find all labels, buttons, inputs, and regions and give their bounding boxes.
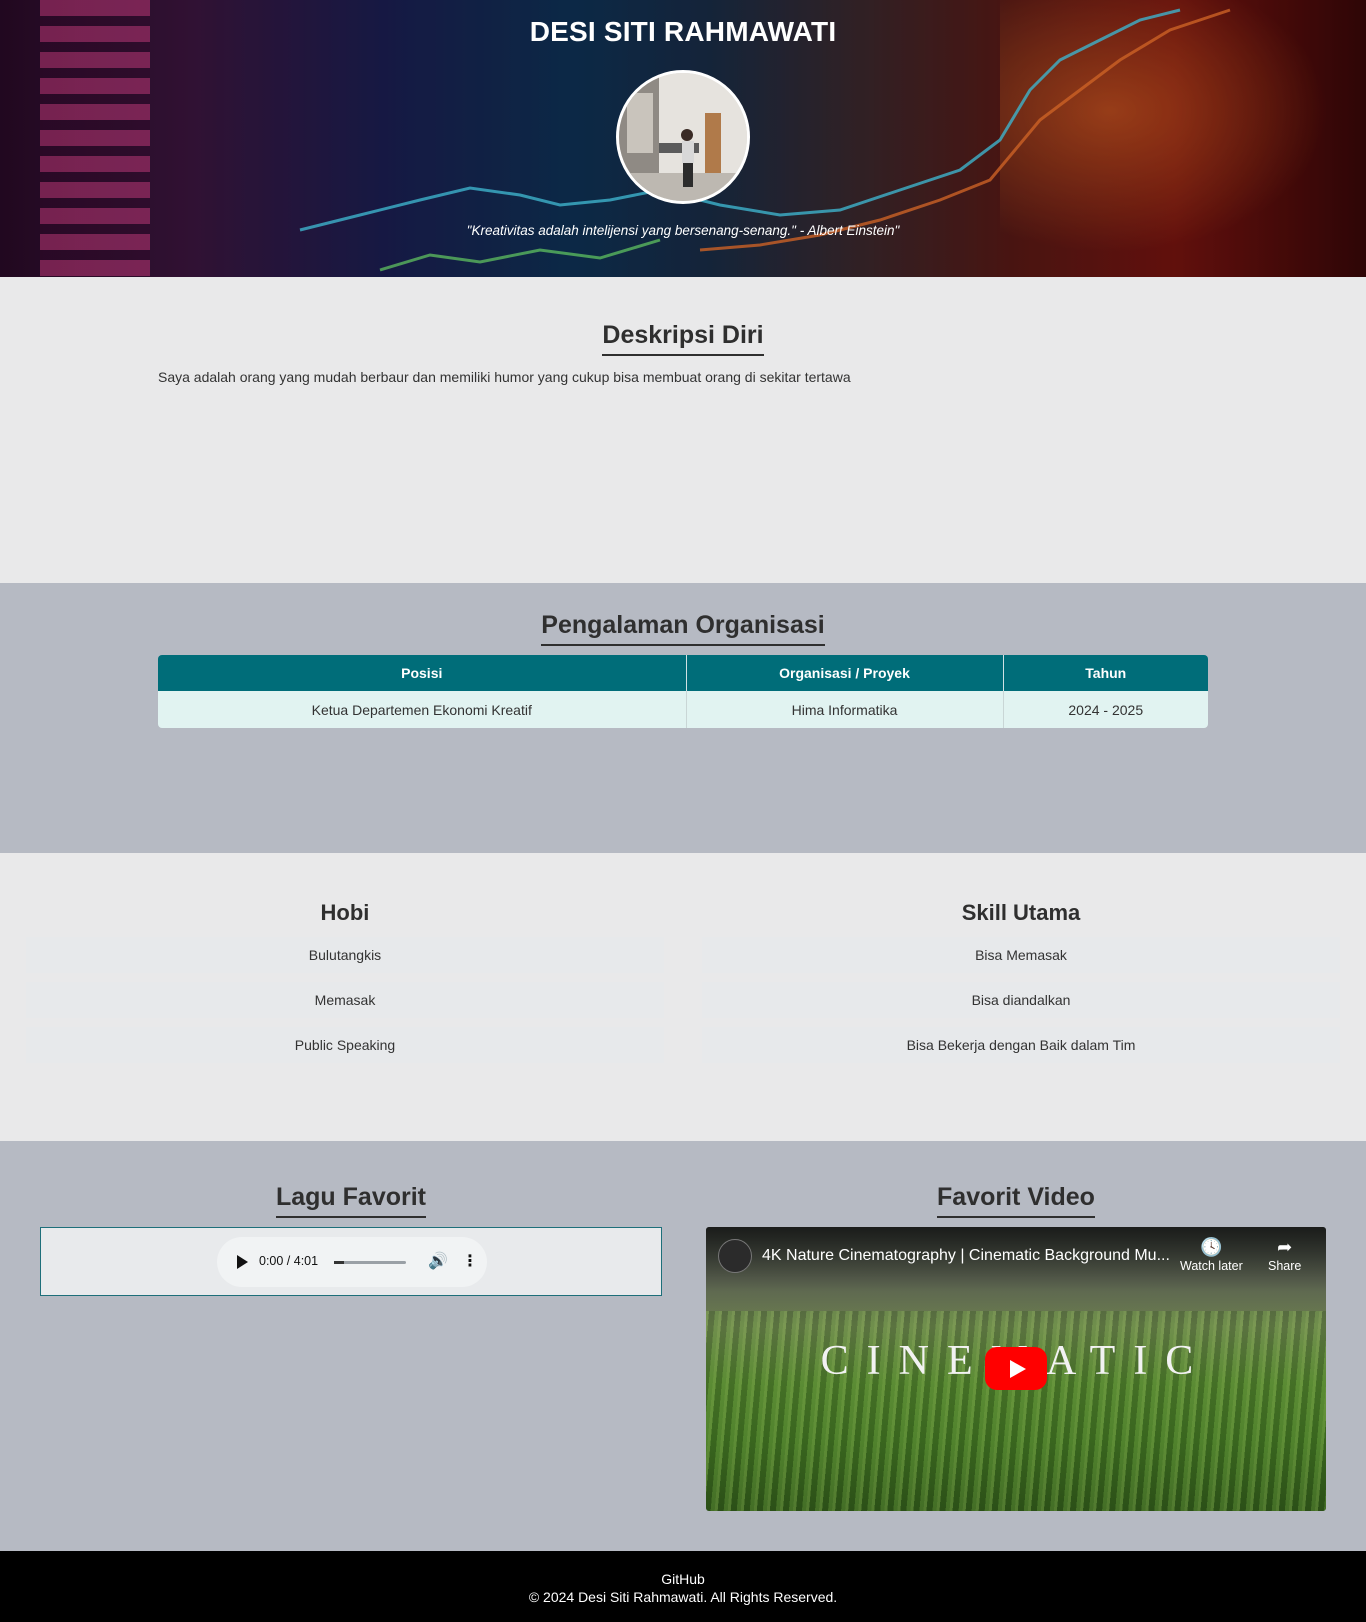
table-row: Ketua Departemen Ekonomi Kreatif Hima In… (158, 691, 1208, 728)
audio-seek-slider[interactable] (334, 1261, 406, 1264)
youtube-video-embed[interactable]: 4K Nature Cinematography | Cinematic Bac… (706, 1227, 1326, 1511)
list-item: Bisa diandalkan (702, 982, 1340, 1018)
list-item: Bisa Bekerja dengan Baik dalam Tim (702, 1027, 1340, 1063)
github-link[interactable]: GitHub (0, 1571, 1366, 1587)
copyright-text: © 2024 Desi Siti Rahmawati. All Rights R… (528, 1589, 838, 1605)
share-icon: ➦ (1277, 1237, 1293, 1257)
video-title-link[interactable]: 4K Nature Cinematography | Cinematic Bac… (762, 1247, 1170, 1265)
volume-icon[interactable]: 🔊 (428, 1251, 448, 1270)
profile-photo (619, 73, 747, 201)
organization-section: Pengalaman Organisasi Posisi Organisasi … (0, 583, 1366, 853)
hero-name: DESI SITI RAHMAWATI (529, 16, 837, 47)
table-header-row: Posisi Organisasi / Proyek Tahun (158, 655, 1208, 691)
youtube-play-button[interactable] (985, 1347, 1047, 1390)
table-cell-organization: Hima Informatika (686, 691, 1004, 728)
hero-banner: DESI SITI RAHMAWATI "Kreativitas adalah … (0, 0, 1366, 277)
media-section: Lagu Favorit 0:00 / 4:01 🔊 ⋮ Favorit Vid… (0, 1141, 1366, 1551)
channel-avatar[interactable] (718, 1239, 752, 1273)
more-options-icon[interactable]: ⋮ (462, 1251, 478, 1270)
play-icon[interactable] (237, 1255, 248, 1269)
clock-icon: 🕓 (1200, 1237, 1223, 1257)
organization-table: Posisi Organisasi / Proyek Tahun Ketua D… (158, 655, 1208, 728)
audio-player[interactable]: 0:00 / 4:01 🔊 ⋮ (217, 1237, 487, 1287)
description-heading: Deskripsi Diri (0, 321, 1366, 356)
hobby-heading: Hobi (320, 900, 370, 925)
table-cell-year: 2024 - 2025 (1003, 691, 1208, 728)
list-item: Public Speaking (26, 1027, 664, 1063)
skill-list: Bisa Memasak Bisa diandalkan Bisa Bekerj… (702, 937, 1340, 1072)
column-header-organization: Organisasi / Proyek (686, 655, 1004, 691)
hobby-skill-section: Hobi Bulutangkis Memasak Public Speaking… (0, 853, 1366, 1141)
hobby-list: Bulutangkis Memasak Public Speaking (26, 937, 664, 1072)
avatar (616, 70, 750, 204)
hero-quote: "Kreativitas adalah intelijensi yang ber… (466, 223, 900, 238)
list-item: Memasak (26, 982, 664, 1018)
audio-container: 0:00 / 4:01 🔊 ⋮ (40, 1227, 662, 1296)
description-text: Saya adalah orang yang mudah berbaur dan… (158, 369, 851, 385)
description-section: Deskripsi Diri Saya adalah orang yang mu… (0, 277, 1366, 583)
skill-heading: Skill Utama (961, 900, 1081, 925)
list-item: Bisa Memasak (702, 937, 1340, 973)
play-icon (1010, 1360, 1026, 1378)
share-button[interactable]: ➦ Share (1268, 1237, 1301, 1273)
table-cell-position: Ketua Departemen Ekonomi Kreatif (158, 691, 687, 728)
audio-time: 0:00 / 4:01 (259, 1254, 319, 1268)
song-heading: Lagu Favorit (40, 1183, 662, 1218)
list-item: Bulutangkis (26, 937, 664, 973)
watch-later-button[interactable]: 🕓 Watch later (1180, 1237, 1243, 1273)
column-header-position: Posisi (158, 655, 687, 691)
footer: GitHub © 2024 Desi Siti Rahmawati. All R… (0, 1551, 1366, 1622)
video-heading: Favorit Video (706, 1183, 1326, 1218)
column-header-year: Tahun (1003, 655, 1208, 691)
organization-heading: Pengalaman Organisasi (0, 611, 1366, 646)
